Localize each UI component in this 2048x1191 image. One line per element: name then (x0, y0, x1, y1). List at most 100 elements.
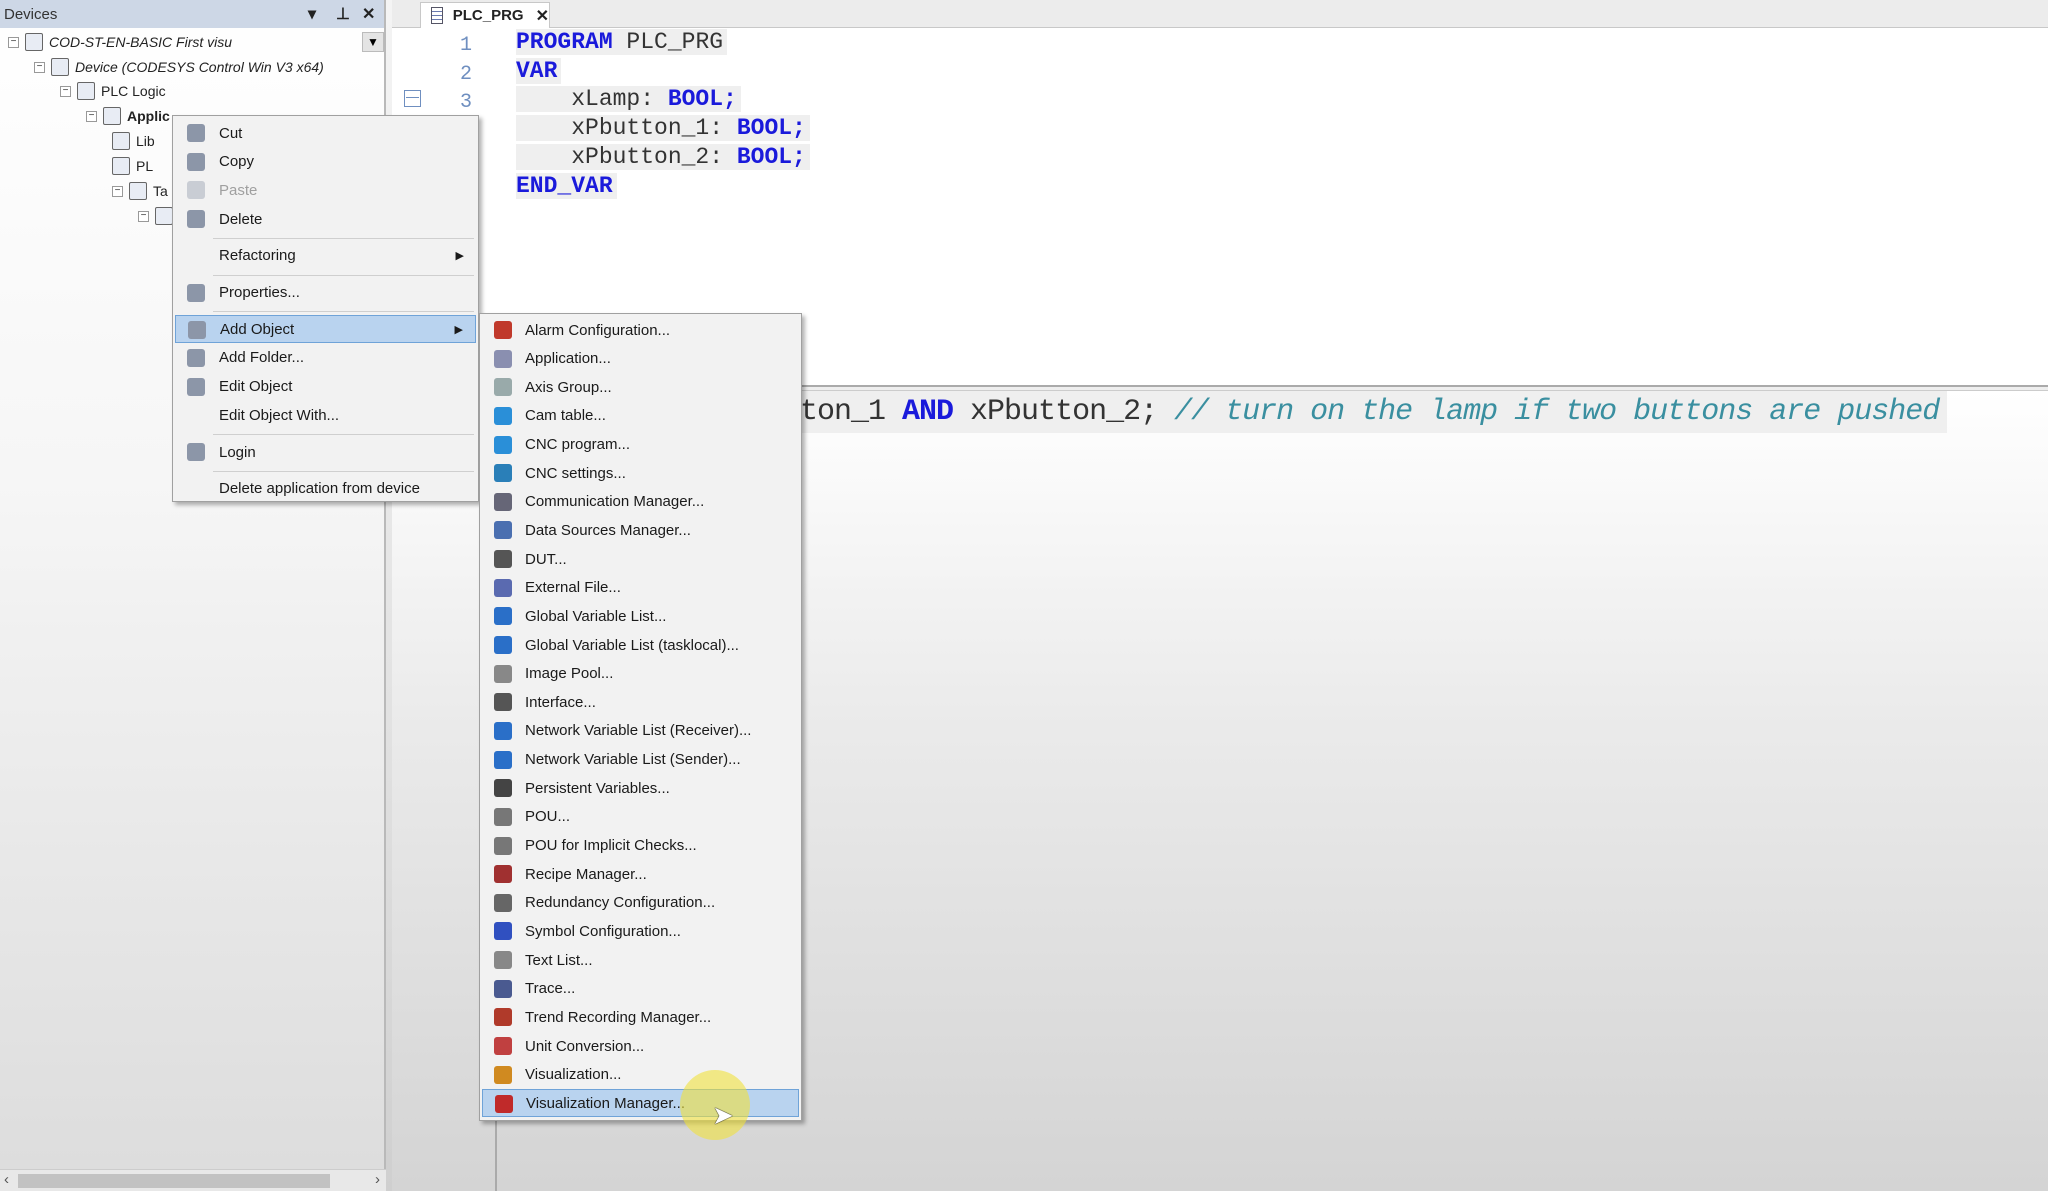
tree-item[interactable]: − Applic (86, 104, 170, 128)
menu-separator (213, 434, 474, 435)
menu-item-symbol-configuration[interactable]: Symbol Configuration... (482, 917, 799, 945)
tree-dropdown-button[interactable]: ▼ (362, 32, 384, 52)
menu-item-cam-table[interactable]: Cam table... (482, 402, 799, 430)
menu-item-label: Trend Recording Manager... (525, 1008, 712, 1026)
persistent-variables-icon (494, 779, 512, 798)
collapse-icon[interactable]: − (34, 61, 45, 73)
network-variable-list-receiver-icon (494, 721, 512, 740)
menu-item-label: Text List... (525, 951, 593, 969)
collapse-icon[interactable]: − (86, 110, 97, 122)
close-panel-icon[interactable]: ✕ (362, 4, 375, 24)
fold-collapse-icon[interactable] (404, 90, 421, 107)
menu-item-delete[interactable]: Delete (175, 205, 476, 233)
menu-item-network-variable-list-sender[interactable]: Network Variable List (Sender)... (482, 746, 799, 774)
menu-item-dut[interactable]: DUT... (482, 545, 799, 573)
menu-item-interface[interactable]: Interface... (482, 688, 799, 716)
panel-menu-icon[interactable]: ▾ (308, 4, 316, 24)
scroll-right-icon[interactable]: › (375, 1171, 380, 1188)
collapse-icon[interactable]: − (112, 185, 123, 197)
tree-item[interactable]: Lib (112, 129, 155, 153)
menu-item-label: Network Variable List (Receiver)... (525, 722, 752, 740)
menu-item-login[interactable]: Login (175, 438, 476, 466)
menu-item-visualization-manager[interactable]: Visualization Manager... (482, 1089, 799, 1118)
trace-icon (494, 979, 512, 998)
menu-item-label: Refactoring (219, 247, 296, 265)
tree-node-icon (25, 33, 43, 51)
menu-item-unit-conversion[interactable]: Unit Conversion... (482, 1032, 799, 1060)
menu-item-refactoring[interactable]: Refactoring ▶ (175, 242, 476, 270)
tree-item[interactable]: PL (112, 154, 153, 178)
close-tab-icon[interactable]: ✕ (536, 6, 549, 26)
tree-item[interactable]: − PLC Logic (60, 79, 166, 103)
menu-item-alarm-configuration[interactable]: Alarm Configuration... (482, 316, 799, 344)
scrollbar-thumb[interactable] (18, 1174, 330, 1188)
menu-item-redundancy-configuration[interactable]: Redundancy Configuration... (482, 889, 799, 917)
menu-item-label: DUT... (525, 550, 567, 568)
tree-item[interactable]: − Device (CODESYS Control Win V3 x64) (34, 55, 324, 79)
menu-item-pou[interactable]: POU... (482, 803, 799, 831)
editor-tab-bar: PLC_PRG ✕ (392, 0, 2048, 28)
menu-item-cut[interactable]: Cut (175, 119, 476, 147)
global-variable-list-tasklocal-icon (494, 636, 512, 655)
menu-item-global-variable-list[interactable]: Global Variable List... (482, 602, 799, 630)
add-object-icon (188, 321, 206, 340)
menu-item-edit-object[interactable]: Edit Object (175, 373, 476, 401)
menu-item-cnc-settings[interactable]: CNC settings... (482, 459, 799, 487)
tree-item[interactable]: − Ta (112, 179, 168, 203)
menu-item-paste[interactable]: Paste (175, 176, 476, 204)
menu-item-label: POU for Implicit Checks... (525, 837, 697, 855)
visualization-manager-icon (495, 1095, 513, 1114)
menu-item-image-pool[interactable]: Image Pool... (482, 660, 799, 688)
redundancy-configuration-icon (494, 893, 512, 912)
menu-item-pou-for-implicit-checks[interactable]: POU for Implicit Checks... (482, 832, 799, 860)
code-line: xPbutton_2: BOOL; (516, 143, 810, 170)
menu-item-communication-manager[interactable]: Communication Manager... (482, 488, 799, 516)
menu-item-copy[interactable]: Copy (175, 148, 476, 176)
menu-item-data-sources-manager[interactable]: Data Sources Manager... (482, 516, 799, 544)
menu-item-axis-group[interactable]: Axis Group... (482, 373, 799, 401)
menu-item-label: Persistent Variables... (525, 779, 670, 797)
pou-icon (494, 807, 512, 826)
tab-plc-prg[interactable]: PLC_PRG ✕ (420, 2, 550, 28)
collapse-icon[interactable]: − (138, 210, 149, 222)
menu-item-add-folder[interactable]: Add Folder... (175, 344, 476, 372)
code-text: xPbutton_1: (516, 115, 737, 142)
cnc-program-icon (494, 435, 512, 454)
context-menu: Cut Copy Paste Delete Refactoring ▶ Properties… (172, 115, 479, 502)
collapse-icon[interactable]: − (60, 85, 71, 97)
code-line: PROGRAM PLC_PRG (516, 29, 728, 55)
tree-item[interactable]: − COD-ST-EN-BASIC First visu (8, 30, 232, 54)
collapse-icon[interactable]: − (8, 36, 19, 48)
line-number: 1 (459, 34, 472, 57)
mouse-pointer-icon: ➤ (712, 1100, 734, 1130)
menu-separator (213, 237, 474, 239)
menu-item-visualization[interactable]: Visualization... (482, 1061, 799, 1089)
menu-item-label: Cam table... (525, 407, 606, 425)
tree-item-label: Lib (136, 133, 155, 149)
menu-item-persistent-variables[interactable]: Persistent Variables... (482, 774, 799, 802)
menu-item-text-list[interactable]: Text List... (482, 946, 799, 974)
menu-item-trend-recording-manager[interactable]: Trend Recording Manager... (482, 1003, 799, 1031)
menu-item-label: Add Folder... (219, 349, 305, 367)
scroll-left-icon[interactable]: ‹ (4, 1171, 9, 1188)
menu-item-label: Network Variable List (Sender)... (525, 751, 741, 769)
menu-item-label: Visualization Manager... (526, 1094, 685, 1112)
menu-item-label: Alarm Configuration... (525, 321, 671, 339)
menu-item-network-variable-list-receiver[interactable]: Network Variable List (Receiver)... (482, 717, 799, 745)
menu-item-external-file[interactable]: External File... (482, 574, 799, 602)
menu-item-add-object[interactable]: Add Object ▶ (175, 315, 476, 344)
menu-item-global-variable-list-tasklocal[interactable]: Global Variable List (tasklocal)... (482, 631, 799, 659)
menu-item-trace[interactable]: Trace... (482, 975, 799, 1003)
keyword: BOOL; (736, 143, 806, 170)
menu-item-recipe-manager[interactable]: Recipe Manager... (482, 860, 799, 888)
pin-icon[interactable]: ⊥ (336, 4, 350, 24)
menu-item-properties[interactable]: Properties... (175, 279, 476, 307)
menu-item-cnc-program[interactable]: CNC program... (482, 431, 799, 459)
tree-item-label: Applic (127, 108, 170, 124)
menu-item-edit-object-with[interactable]: Edit Object With... (175, 401, 476, 429)
menu-item-application[interactable]: Application... (482, 345, 799, 373)
horizontal-scrollbar[interactable]: ‹ › (0, 1169, 386, 1191)
menu-item-label: Redundancy Configuration... (525, 894, 716, 912)
tree-item-label: Device (CODESYS Control Win V3 x64) (75, 59, 324, 75)
menu-item-delete-application-from-device[interactable]: Delete application from device (175, 475, 476, 503)
